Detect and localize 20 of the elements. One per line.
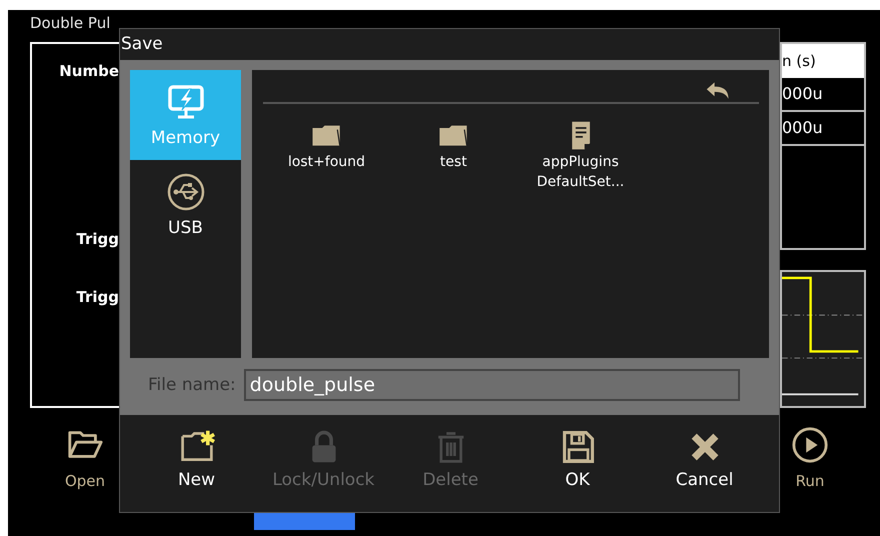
dialog-title: Save <box>120 33 164 56</box>
run-button[interactable]: Run <box>780 408 840 513</box>
new-button[interactable]: New <box>133 415 260 512</box>
field-label: Trigg <box>75 230 119 248</box>
usb-icon <box>166 172 206 212</box>
screen-title: Double Pul <box>29 13 112 34</box>
folder-item[interactable]: lost+found <box>263 120 390 192</box>
file-name-field[interactable]: double_pulse <box>244 369 740 401</box>
ok-button[interactable]: OK <box>514 415 641 512</box>
play-circle-icon <box>791 426 829 464</box>
file-item[interactable]: appPlugins DefaultSet... <box>517 120 644 192</box>
field-label: Trigg <box>75 288 119 306</box>
open-button[interactable]: Open <box>55 408 115 513</box>
folder-item[interactable]: test <box>390 120 517 192</box>
cancel-button[interactable]: Cancel <box>641 415 768 512</box>
table-cell: 000u <box>782 112 864 146</box>
file-name-label: File name: <box>148 375 236 395</box>
field-label: Numbe <box>58 62 119 80</box>
table-cell: 000u <box>782 78 864 112</box>
column-header: n (s) <box>782 44 864 78</box>
